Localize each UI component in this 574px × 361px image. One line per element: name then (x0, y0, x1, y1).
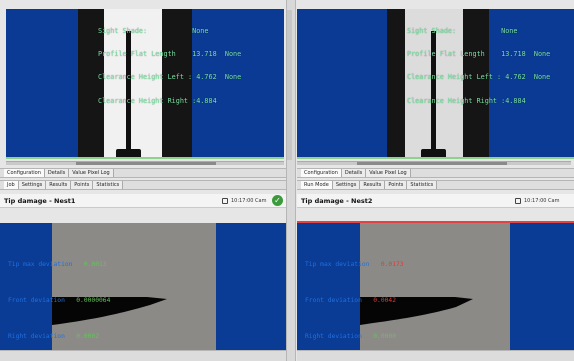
measurement-value: 0.0013 (83, 261, 107, 268)
tab-points[interactable]: Points (71, 181, 94, 189)
overlay-line: Clearance Height Left : 4.762 None (98, 73, 242, 82)
scroll-thumb[interactable] (76, 162, 216, 165)
top-left-camera-view: Sight Shade: None Profile Flat Length 13… (6, 9, 284, 159)
timestamp: 10:17:00 Cam (231, 198, 267, 204)
measurement-row: Tip max deviation 0.0013 (8, 259, 110, 271)
measurement-row: Front deviation 0.0042 (305, 295, 404, 307)
measurement-overlay: Sight Shade: None Profile Flat Length 13… (98, 12, 241, 121)
right-status-strip (297, 350, 574, 361)
measurement-label: Front deviation (8, 297, 65, 304)
probe-base (116, 149, 141, 157)
tab-run-mode[interactable]: Run Mode (301, 181, 333, 189)
tab-details[interactable]: Details (341, 169, 367, 177)
tab-configuration[interactable]: Configuration (4, 169, 45, 177)
tab-results[interactable]: Results (46, 181, 72, 189)
measurement-list: Tip max deviation 0.0013 Front deviation… (8, 235, 110, 350)
timestamp: 10:17:00 Cam (524, 198, 560, 204)
right-panel-header: Tip damage - Nest2 10:17:00 Cam (297, 194, 574, 208)
dark-band-left (387, 9, 405, 157)
top-left-h-scrollbar[interactable] (6, 161, 284, 165)
measurement-row: Right deviation 0.0002 (8, 331, 110, 343)
measurement-value: 0.0173 (380, 261, 404, 268)
tab-job[interactable]: Job (4, 181, 19, 189)
right-top-tabbar: Configuration Details Value Pixel Log (297, 168, 574, 178)
measurement-row: Right deviation 0.0000 (305, 331, 404, 343)
overlay-line: Clearance Height Left : 4.762 None (407, 73, 551, 82)
overlay-line: Profile Flat Length 13.718 None (98, 49, 242, 58)
overlay-line: Sight Shade: None (98, 26, 209, 35)
overlay-line: Sight Shade: None (407, 26, 518, 35)
tab-results[interactable]: Results (360, 181, 386, 189)
tab-value-pixel-log[interactable]: Value Pixel Log (366, 169, 411, 177)
measurement-row: Tip max deviation 0.0173 (305, 259, 404, 271)
measurement-value: 0.0000 (373, 333, 396, 340)
measurement-value: 0.0000064 (76, 297, 111, 304)
checkmark-circle-icon: ✓ (272, 195, 283, 206)
pin-icon[interactable] (515, 198, 521, 204)
measurement-label: Tip max deviation (8, 261, 73, 268)
measurement-label: Right deviation (305, 333, 362, 340)
tab-configuration[interactable]: Configuration (301, 169, 342, 177)
measurement-row: Front deviation 0.0000064 (8, 295, 110, 307)
top-right-h-scrollbar[interactable] (297, 161, 571, 165)
left-panel-header: Tip damage - Nest1 10:17:00 Cam ✓ (0, 194, 286, 208)
measurement-label: Tip max deviation (305, 261, 370, 268)
tab-settings[interactable]: Settings (18, 181, 47, 189)
tab-settings[interactable]: Settings (332, 181, 361, 189)
measurement-label: Front deviation (305, 297, 362, 304)
measurement-overlay: Sight Shade: None Profile Flat Length 13… (407, 12, 550, 121)
overlay-line: Profile Flat Length 13.718 None (407, 49, 551, 58)
tab-points[interactable]: Points (385, 181, 408, 189)
measurement-list: Tip max deviation 0.0173 Front deviation… (305, 235, 404, 350)
overlay-line: Clearance Height Right :4.884 (98, 96, 217, 105)
left-top-tabbar: Configuration Details Value Pixel Log (0, 168, 286, 178)
measurement-value: 0.0002 (76, 333, 99, 340)
overlay-line: Clearance Height Right :4.884 (407, 96, 526, 105)
bottom-right-camera-view: Tip max deviation 0.0173 Front deviation… (297, 223, 574, 350)
panel-title: Tip damage - Nest2 (301, 197, 373, 205)
measurement-value: 0.0042 (373, 297, 396, 304)
probe-base (421, 149, 446, 157)
scroll-thumb[interactable] (357, 162, 507, 165)
tab-statistics[interactable]: Statistics (407, 181, 438, 189)
top-right-camera-view: Sight Shade: None Profile Flat Length 13… (297, 9, 574, 159)
panel-title: Tip damage - Nest1 (4, 197, 76, 205)
tab-statistics[interactable]: Statistics (93, 181, 124, 189)
top-left-scrollbar[interactable] (287, 10, 292, 160)
left-tabbar: Job Settings Results Points Statistics (0, 180, 286, 190)
measurement-label: Right deviation (8, 333, 65, 340)
tab-details[interactable]: Details (44, 169, 70, 177)
pin-icon[interactable] (222, 198, 228, 204)
left-status-strip (0, 350, 286, 361)
tab-value-pixel-log[interactable]: Value Pixel Log (69, 169, 114, 177)
right-tabbar: Run Mode Settings Results Points Statist… (297, 180, 574, 190)
bottom-left-camera-view: Tip max deviation 0.0013 Front deviation… (0, 223, 286, 350)
